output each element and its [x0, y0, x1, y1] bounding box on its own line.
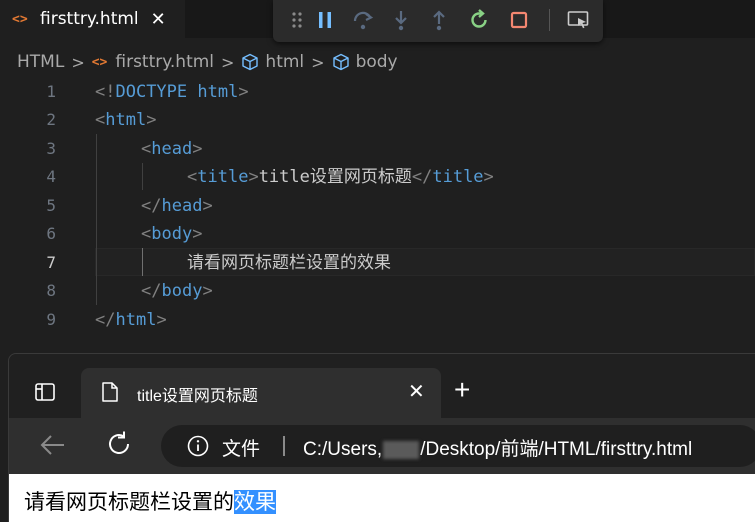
step-over-icon[interactable] — [351, 8, 375, 32]
step-into-icon[interactable] — [389, 8, 413, 32]
breadcrumb-item-html[interactable]: html — [265, 52, 304, 72]
browser-toolbar: 文件 C:/Users,/Desktop/前端/HTML/firsttry.ht… — [9, 418, 755, 474]
address-divider — [283, 436, 285, 456]
line-number: 5 — [46, 196, 56, 215]
editor-tab-firsttry[interactable]: <> firsttry.html ✕ — [0, 0, 185, 38]
line-number: 8 — [46, 281, 56, 300]
code-line: 2 <html> — [0, 106, 755, 134]
code-line: 4 <title>title设置网页标题</title> — [0, 163, 755, 191]
html-file-icon: <> — [91, 54, 108, 70]
breadcrumb-item-body[interactable]: body — [356, 52, 398, 72]
redacted-username — [383, 440, 420, 459]
cube-symbol-icon — [332, 53, 350, 71]
line-number: 4 — [46, 167, 56, 186]
new-tab-button[interactable]: + — [454, 374, 470, 406]
browser-tab-active[interactable]: title设置网页标题 ✕ — [81, 368, 441, 418]
breadcrumb: HTML > <> firsttry.html > html > body — [0, 46, 755, 78]
line-number: 6 — [46, 224, 56, 243]
browser-tab-strip: title设置网页标题 ✕ + — [9, 354, 755, 418]
pause-icon[interactable] — [313, 8, 337, 32]
close-tab-icon[interactable]: ✕ — [408, 379, 425, 403]
page-body-text: 请看网页标题栏设置的效果 — [24, 490, 276, 514]
close-tab-icon[interactable]: ✕ — [151, 9, 166, 30]
code-line: 8 </body> — [0, 277, 755, 305]
tab-actions-icon[interactable] — [34, 381, 56, 403]
toolbar-divider — [549, 9, 550, 31]
line-number: 2 — [46, 110, 56, 129]
page-icon — [101, 381, 119, 403]
code-line: 3 <head> — [0, 135, 755, 163]
code-line-active: 7 请看网页标题栏设置的效果 — [0, 249, 755, 277]
selected-text: 效果 — [234, 490, 276, 514]
debug-toolbar — [273, 0, 603, 42]
breadcrumb-item-html-folder[interactable]: HTML — [17, 52, 64, 72]
breadcrumb-separator: > — [71, 52, 85, 72]
breadcrumb-separator: > — [221, 52, 235, 72]
code-line: 5 </head> — [0, 192, 755, 220]
stop-icon[interactable] — [507, 8, 531, 32]
drag-handle-icon[interactable] — [285, 8, 309, 32]
page-content: 请看网页标题栏设置的效果 — [9, 474, 755, 522]
line-number: 3 — [46, 139, 56, 158]
html-file-icon: <> — [12, 11, 28, 27]
step-out-icon[interactable] — [427, 8, 451, 32]
line-number-active: 7 — [46, 253, 56, 272]
browser-window: title设置网页标题 ✕ + 文件 C:/Users,/Desktop/前端/… — [8, 353, 755, 522]
line-number: 1 — [46, 82, 56, 101]
address-scheme-label: 文件 — [222, 439, 261, 460]
cube-symbol-icon — [241, 53, 259, 71]
code-editor[interactable]: 1 <!DOCTYPE html> 2 <html> 3 <head> 4 <t… — [0, 78, 755, 338]
restart-icon[interactable] — [467, 8, 491, 32]
address-bar[interactable]: 文件 C:/Users,/Desktop/前端/HTML/firsttry.ht… — [161, 425, 755, 467]
browser-tab-title: title设置网页标题 — [137, 388, 258, 405]
breadcrumb-separator: > — [311, 52, 325, 72]
refresh-icon[interactable] — [105, 430, 133, 458]
inspect-icon[interactable] — [566, 8, 590, 32]
line-number: 9 — [46, 310, 56, 329]
info-icon[interactable] — [187, 435, 209, 457]
code-line: 1 <!DOCTYPE html> — [0, 78, 755, 106]
code-line: 9 </html> — [0, 306, 755, 334]
back-arrow-icon[interactable] — [39, 432, 67, 458]
code-line: 6 <body> — [0, 220, 755, 248]
breadcrumb-item-file[interactable]: firsttry.html — [115, 52, 214, 72]
editor-tab-label: firsttry.html — [40, 9, 139, 29]
address-url[interactable]: C:/Users,/Desktop/前端/HTML/firsttry.html — [303, 434, 692, 461]
